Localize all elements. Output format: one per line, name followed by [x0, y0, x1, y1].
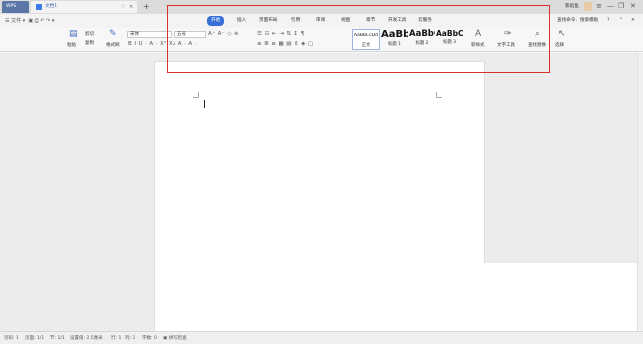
file-menu-label: ☰ 文件 ▾: [5, 18, 26, 24]
file-menu[interactable]: ☰ 文件 ▾ ▣ ⎙ ↶ ↷ ▾: [5, 17, 54, 24]
tab-close-icon[interactable]: ×: [129, 1, 133, 13]
status-pages: 页面: 1/1: [25, 336, 45, 341]
tab-restore-icon[interactable]: ♡: [121, 1, 125, 13]
maximize-button[interactable]: ❐: [618, 0, 624, 13]
wps-label: WPS: [6, 4, 17, 9]
avatar[interactable]: [584, 2, 592, 11]
help-icon[interactable]: ?: [607, 17, 609, 25]
select-button[interactable]: 选择: [555, 42, 564, 48]
document-icon: [36, 4, 42, 10]
status-section: 节: 1/1: [50, 336, 65, 341]
command-search[interactable]: 查找命令、搜索模板: [557, 17, 598, 23]
user-name[interactable]: 紫焰鱼: [565, 1, 579, 13]
status-setting: 设置值: 2.5厘米: [70, 336, 103, 341]
status-col: 列: 1: [125, 336, 136, 341]
font-name-value: 宋体: [130, 32, 139, 37]
collapse-ribbon-icon[interactable]: ⌃: [619, 17, 623, 25]
font-name-select[interactable]: 宋体: [127, 31, 172, 38]
minimize-button[interactable]: —: [607, 0, 614, 13]
new-tab-button[interactable]: +: [143, 1, 150, 12]
highlight-box: [167, 5, 550, 73]
copy-button[interactable]: 复制: [85, 40, 94, 46]
menu-icon[interactable]: ≡: [596, 0, 602, 13]
status-word-count: 字数: 0: [142, 336, 157, 341]
text-cursor: [204, 100, 205, 108]
paste-label[interactable]: 粘贴: [67, 42, 76, 48]
format-painter-icon[interactable]: ✎: [109, 29, 117, 39]
search-input[interactable]: 查找命令、搜索模板: [557, 18, 598, 23]
spell-check-button[interactable]: ▣ 拼写检查: [163, 335, 187, 341]
margin-mark-top-left: [193, 92, 199, 98]
quick-access-icons[interactable]: ▣ ⎙ ↶ ↷ ▾: [27, 18, 54, 24]
status-page-num: 页码: 1: [4, 336, 19, 341]
paste-icon[interactable]: ▤: [69, 29, 78, 39]
cut-button[interactable]: 剪切: [85, 31, 94, 37]
document-tab-label: 文档1: [45, 4, 58, 9]
margin-mark-top-right: [436, 92, 442, 98]
select-icon[interactable]: ↖: [558, 29, 566, 39]
format-painter-label[interactable]: 格式刷: [106, 42, 120, 48]
close-button[interactable]: ✕: [630, 0, 636, 13]
vertical-scrollbar[interactable]: [637, 53, 643, 331]
status-bar: 页码: 1 页面: 1/1 节: 1/1 设置值: 2.5厘米 行: 1 列: …: [0, 331, 643, 344]
status-row: 行: 1: [111, 336, 122, 341]
wps-home-tab[interactable]: WPS: [2, 1, 29, 13]
close-menu-icon[interactable]: ✕: [631, 17, 635, 25]
document-tab[interactable]: 文档1 ♡ ×: [31, 1, 137, 13]
spell-check-label: 拼写检查: [168, 336, 187, 341]
